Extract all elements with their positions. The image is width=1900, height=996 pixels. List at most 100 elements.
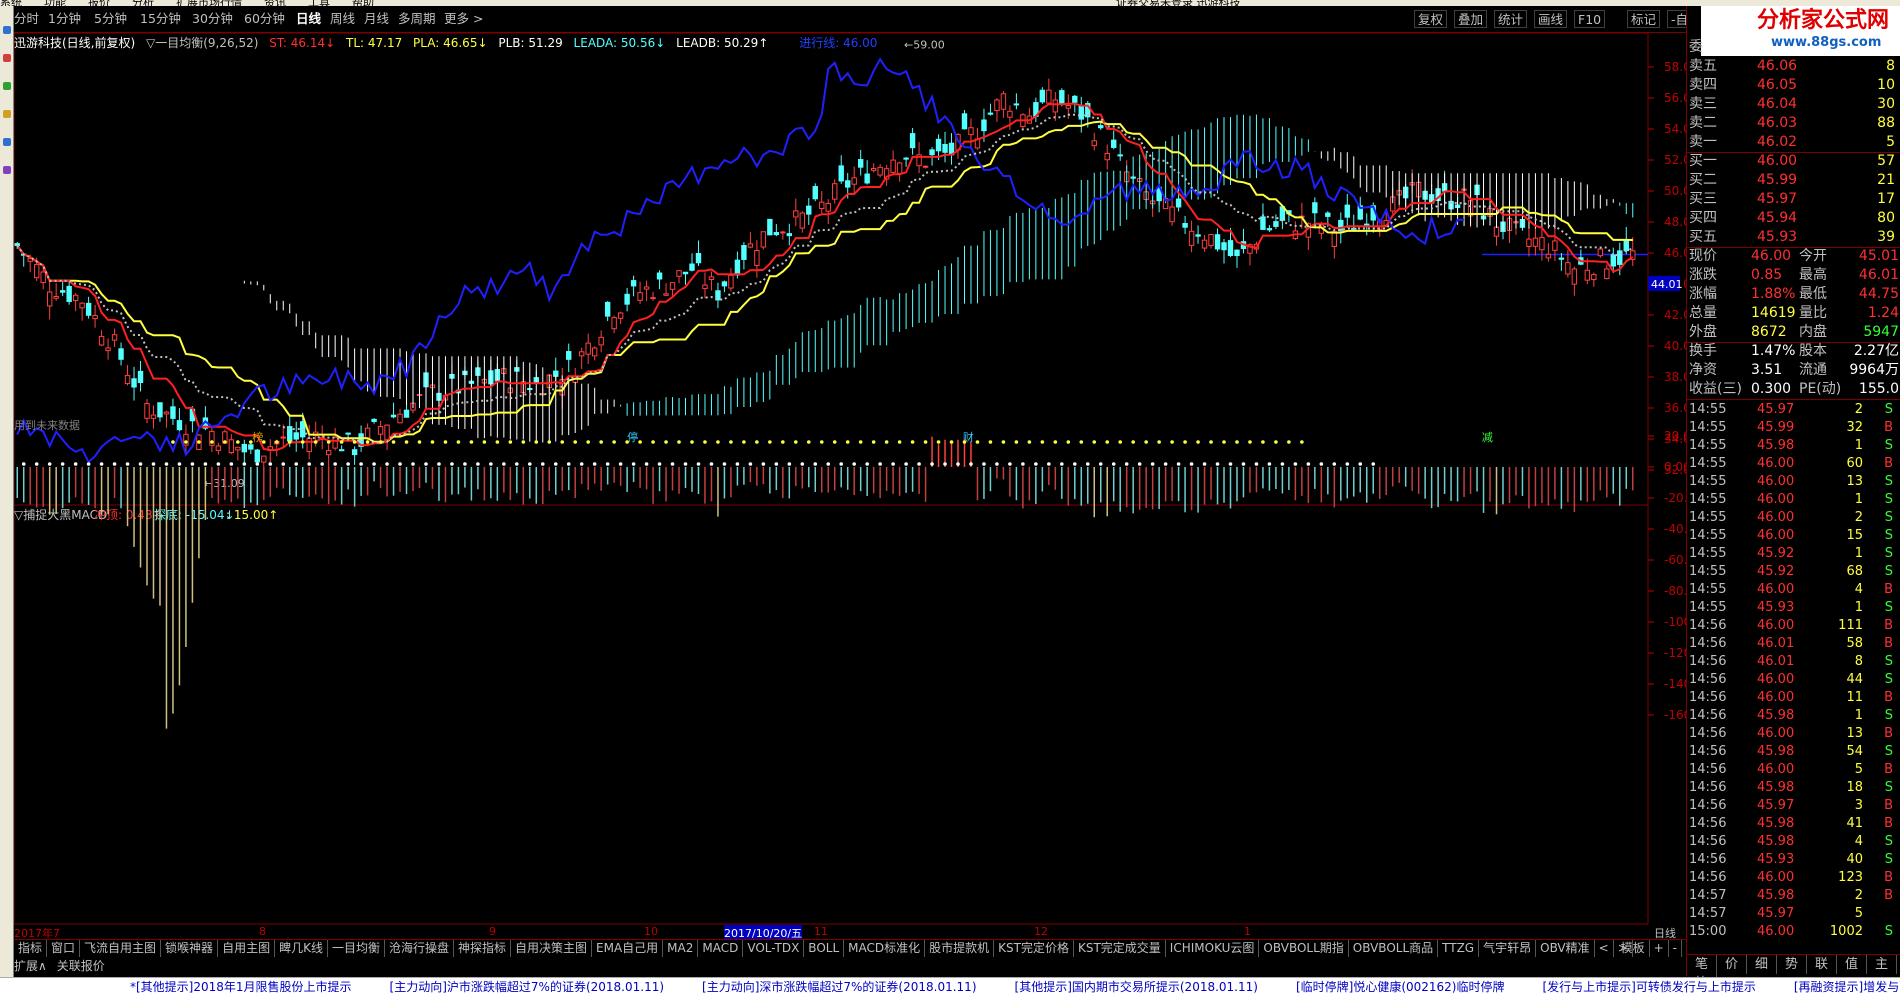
toolbar-button[interactable]: F10 — [1574, 10, 1606, 28]
period-tab[interactable]: 1分钟 — [48, 10, 81, 28]
indicator-tab[interactable]: 神探指标 — [454, 940, 511, 957]
trade-price: 45.97 — [1757, 906, 1795, 921]
ticker-item[interactable]: *[其他提示]2018年1月限售股份上市提示 — [130, 980, 352, 994]
candle-body — [851, 177, 857, 185]
period-tab[interactable]: 日线 — [296, 10, 321, 28]
signal-dot — [1248, 440, 1252, 444]
indicator-tab[interactable]: 一目均衡 — [328, 940, 385, 957]
expand-button[interactable]: 扩展∧ — [14, 959, 47, 973]
candle-body — [780, 231, 786, 234]
ask-row[interactable]: 卖三 46.04 30 — [1687, 95, 1900, 114]
trade-price: 46.00 — [1757, 726, 1795, 741]
ask-row[interactable]: 卖五 46.06 8 — [1687, 57, 1900, 76]
trade-row: 14:56 45.98 4 S — [1687, 833, 1900, 851]
indicator-tab[interactable]: OBV精准 — [1536, 940, 1595, 957]
star-icon[interactable] — [3, 110, 11, 118]
period-tab[interactable]: 5分钟 — [94, 10, 127, 28]
indicator-tab[interactable]: 飞流自用主图 — [80, 940, 162, 957]
indicator-tab[interactable]: < — [1595, 940, 1614, 957]
ask-row[interactable]: 卖四 46.05 10 — [1687, 76, 1900, 95]
bid-row[interactable]: 买一 46.00 57 — [1687, 152, 1900, 171]
bid-volume: 80 — [1877, 210, 1895, 226]
indicator-tab[interactable]: OBVBOLL商品 — [1349, 940, 1439, 957]
period-tab[interactable]: 分时 — [14, 10, 39, 28]
toolbar-button[interactable]: 叠加 — [1454, 10, 1488, 28]
indicator-tab[interactable]: 指标 — [14, 940, 48, 957]
info-icon[interactable] — [3, 138, 11, 146]
ticker-item[interactable]: [其他提示]国内期市交易所提示(2018.01.11) — [1015, 980, 1258, 994]
indicator-tab[interactable]: VOL-TDX — [743, 940, 805, 957]
bid-row[interactable]: 买五 45.93 39 — [1687, 228, 1900, 247]
indicator-tab[interactable]: 锁喉神器 — [161, 940, 219, 957]
period-tab[interactable]: 多周期 — [398, 10, 436, 28]
period-tab[interactable]: 月线 — [364, 10, 389, 28]
indicator-tab[interactable]: 窗口 — [47, 940, 81, 957]
template-button[interactable]: 模板 — [1617, 940, 1650, 957]
trade-row: 14:56 46.00 5 B — [1687, 761, 1900, 779]
trade-price: 45.98 — [1757, 834, 1795, 849]
trade-side: B — [1884, 816, 1893, 831]
indicator-tab[interactable]: 自用决策主图 — [511, 940, 593, 957]
list-icon[interactable] — [3, 82, 11, 90]
chart-icon[interactable] — [3, 54, 11, 62]
period-tab[interactable]: 15分钟 — [140, 10, 181, 28]
quote-tab[interactable]: 联 — [1807, 955, 1837, 974]
toolbar-button[interactable]: 画线 — [1534, 10, 1568, 28]
bid-row[interactable]: 买二 45.99 21 — [1687, 171, 1900, 190]
event-marker[interactable]: 榜 — [252, 430, 263, 444]
indicator-tab[interactable]: MACD — [698, 940, 744, 957]
indicator-tab[interactable]: 沧海行操盘 — [385, 940, 454, 957]
ticker-item[interactable]: [主力动向]沪市涨跌幅超过7%的证券(2018.01.11) — [390, 980, 664, 994]
indicator-tab[interactable]: BOLL — [804, 940, 845, 957]
toolbar-button[interactable]: 标记 — [1627, 10, 1661, 28]
ticker-item[interactable]: [发行与上市提示]可转债发行与上市提示 — [1543, 980, 1756, 994]
candle-body — [676, 270, 682, 277]
zero-dot — [489, 462, 493, 466]
indicator-tab[interactable]: KST完定价格 — [994, 940, 1074, 957]
ask-row[interactable]: 卖二 46.03 88 — [1687, 114, 1900, 133]
quote-tab[interactable]: 细 — [1747, 955, 1777, 974]
ticker-item[interactable]: [主力动向]深市涨跌幅超过7%的证券(2018.01.11) — [702, 980, 976, 994]
indicator-tab[interactable]: 自用主图 — [218, 940, 276, 957]
toolbar-button[interactable]: 复权 — [1414, 10, 1448, 28]
bid-row[interactable]: 买三 45.97 17 — [1687, 190, 1900, 209]
indicator-tab[interactable]: 气宇轩昂 — [1479, 940, 1537, 957]
period-tab[interactable]: 更多 > — [444, 10, 483, 28]
toolbar-button[interactable]: 统计 — [1494, 10, 1528, 28]
quote-tab[interactable]: 值 — [1837, 955, 1867, 974]
template-button[interactable]: - — [1669, 940, 1682, 957]
fund-value: 0.300 — [1751, 381, 1792, 397]
template-button[interactable]: + — [1650, 940, 1669, 957]
weibi-label: 委 — [1689, 39, 1703, 55]
tool-icon[interactable] — [3, 166, 11, 174]
indicator-tab[interactable]: 睥几K线 — [275, 940, 328, 957]
period-tab[interactable]: 60分钟 — [244, 10, 285, 28]
period-tab[interactable]: 周线 — [330, 10, 355, 28]
ticker-item[interactable]: [再融资提示]增发与融资 — [1794, 980, 1900, 994]
zero-dot — [1137, 462, 1142, 466]
chart-area[interactable]: 58.0056.0054.0052.0050.0048.0046.0044.00… — [14, 33, 1686, 925]
indicator-tab[interactable]: OBVBOLL期指 — [1259, 940, 1349, 957]
stat-row: 现价 46.00 今开 45.01 — [1687, 247, 1900, 266]
quote-tab[interactable]: 势 — [1777, 955, 1807, 974]
event-marker[interactable]: 减 — [1482, 431, 1493, 444]
ask-label: 卖二 — [1689, 115, 1717, 131]
indicator-tab[interactable]: 股市提款机 — [925, 940, 995, 957]
indicator-tab[interactable]: MA2 — [663, 940, 699, 957]
zero-dot — [411, 462, 415, 466]
indicator-tab[interactable]: KST完定成交量 — [1074, 940, 1166, 957]
quote-tab[interactable]: 价 — [1717, 955, 1747, 974]
quote-tab[interactable]: 主 — [1867, 955, 1897, 974]
period-tab[interactable]: 30分钟 — [192, 10, 233, 28]
bid-row[interactable]: 买四 45.94 80 — [1687, 209, 1900, 228]
nav-icon[interactable] — [3, 26, 11, 34]
indicator-tab[interactable]: TTZG — [1438, 940, 1480, 957]
ask-row[interactable]: 卖一 46.02 5 — [1687, 133, 1900, 152]
indicator-tab[interactable]: EMA自己用 — [592, 940, 664, 957]
signal-dot — [845, 440, 850, 444]
ticker-item[interactable]: [临时停牌]悦心健康(002162)临时停牌 — [1296, 980, 1505, 994]
indicator-tab[interactable]: ICHIMOKU云图 — [1166, 940, 1260, 957]
quote-tab[interactable]: 笔 — [1687, 955, 1717, 974]
expand-button[interactable]: 关联报价 — [57, 959, 105, 973]
indicator-tab[interactable]: MACD标准化 — [844, 940, 926, 957]
